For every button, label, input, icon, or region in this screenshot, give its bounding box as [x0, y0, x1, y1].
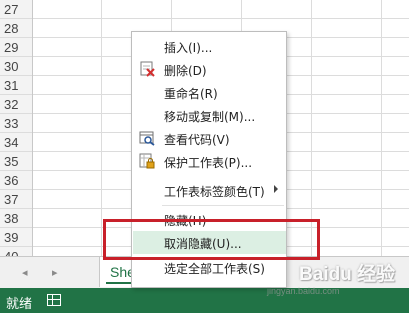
- row-number[interactable]: 38: [0, 209, 32, 228]
- delete-sheet-icon: [140, 61, 155, 77]
- highlight-frame: [103, 219, 320, 260]
- row-number[interactable]: 27: [0, 0, 32, 19]
- row-number[interactable]: 34: [0, 133, 32, 152]
- row-number[interactable]: 39: [0, 228, 32, 247]
- row-number[interactable]: 36: [0, 171, 32, 190]
- menu-separator: [162, 205, 284, 206]
- watermark-brand: Baidu 经验: [299, 264, 396, 285]
- macro-record-icon[interactable]: [47, 294, 61, 306]
- row-number[interactable]: 30: [0, 57, 32, 76]
- menu-item-label: 删除(D): [164, 64, 207, 78]
- status-ready-text: 就绪: [6, 297, 33, 312]
- row-number[interactable]: 31: [0, 76, 32, 95]
- menu-item-label: 移动或复制(M)...: [164, 110, 256, 124]
- menu-item-label: 选定全部工作表(S): [164, 262, 265, 276]
- menu-item-label: 查看代码(V): [164, 133, 230, 147]
- menu-item-label: 工作表标签颜色(T): [164, 185, 265, 199]
- row-header-column: 27 28 29 30 31 32 33 34 35 36 37 38 39 4…: [0, 0, 33, 266]
- row-number[interactable]: 32: [0, 95, 32, 114]
- submenu-arrow-icon: [274, 185, 278, 193]
- menu-item-protect-sheet[interactable]: 保护工作表(P)...: [133, 150, 286, 173]
- menu-item-rename[interactable]: 重命名(R): [133, 81, 286, 104]
- scroll-tabs-left-button[interactable]: ◂: [22, 266, 28, 279]
- scroll-tabs-right-button[interactable]: ▸: [52, 266, 58, 279]
- row-number[interactable]: 28: [0, 19, 32, 38]
- menu-item-view-code[interactable]: 查看代码(V): [133, 127, 286, 150]
- menu-item-label: 插入(I)...: [164, 41, 213, 55]
- menu-item-insert[interactable]: 插入(I)...: [133, 35, 286, 58]
- protect-sheet-icon: [139, 153, 155, 169]
- menu-item-label: 保护工作表(P)...: [164, 156, 253, 170]
- watermark: Baidu 经验 jingyan.baidu.com: [265, 255, 405, 296]
- row-number[interactable]: 37: [0, 190, 32, 209]
- menu-item-move-or-copy[interactable]: 移动或复制(M)...: [133, 104, 286, 127]
- view-code-icon: [139, 131, 155, 146]
- menu-item-tab-color[interactable]: 工作表标签颜色(T): [133, 179, 286, 202]
- watermark-url: jingyan.baidu.com: [267, 286, 340, 296]
- menu-item-label: 重命名(R): [164, 87, 218, 101]
- row-number[interactable]: 35: [0, 152, 32, 171]
- row-number[interactable]: 29: [0, 38, 32, 57]
- row-number[interactable]: 33: [0, 114, 32, 133]
- menu-item-delete[interactable]: 删除(D): [133, 58, 286, 81]
